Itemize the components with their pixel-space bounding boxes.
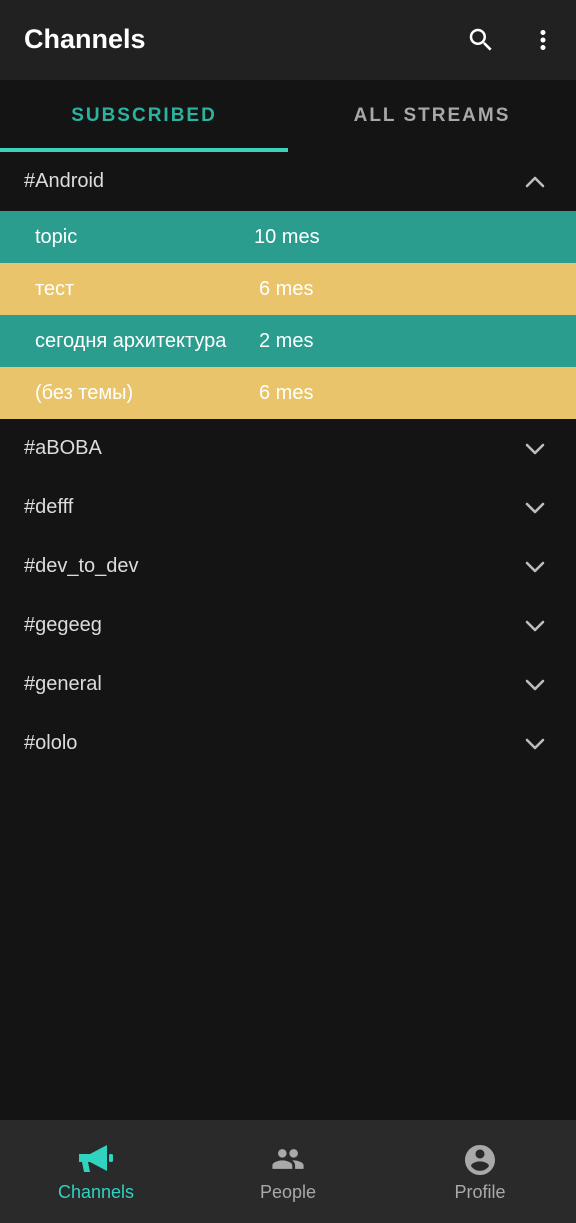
chevron-down-icon[interactable] [524, 737, 546, 751]
search-button[interactable] [457, 16, 505, 64]
topic-name: тест [35, 277, 75, 300]
topic-row[interactable]: тест 6 mes [0, 263, 576, 315]
tab-subscribed[interactable]: SUBSCRIBED [0, 80, 288, 152]
topic-message-count: 6 mes [259, 381, 314, 404]
topic-row[interactable]: (без темы) 6 mes [0, 367, 576, 419]
stream-name: #aBOBA [24, 437, 102, 459]
nav-item-channels[interactable]: Channels [0, 1120, 192, 1223]
stream-row-defff[interactable]: #defff [0, 478, 576, 537]
topic-row[interactable]: сегодня архитектура 2 mes [0, 315, 576, 367]
chevron-down-icon[interactable] [524, 501, 546, 515]
stream-list: #Android topic 10 mes тест 6 mes сегодня… [0, 152, 576, 773]
nav-item-people[interactable]: People [192, 1120, 384, 1223]
chevron-down-icon[interactable] [524, 619, 546, 633]
chevron-down-icon[interactable] [524, 442, 546, 456]
tab-all-streams[interactable]: ALL STREAMS [288, 80, 576, 152]
more-options-button[interactable] [519, 16, 567, 64]
bottom-navigation: Channels People Profile [0, 1120, 576, 1223]
top-app-bar: Channels [0, 0, 576, 80]
stream-name: #defff [24, 496, 74, 518]
topic-name: topic [35, 225, 78, 248]
nav-label: Channels [57, 1182, 135, 1202]
topic-name: сегодня архитектура [35, 329, 227, 352]
topic-name: (без темы) [35, 381, 134, 404]
megaphone-icon [79, 1145, 113, 1172]
page-title: Channels [24, 24, 146, 54]
chevron-up-icon[interactable] [524, 175, 546, 189]
people-icon [272, 1149, 304, 1169]
stream-row-ololo[interactable]: #ololo [0, 714, 576, 773]
stream-name: #dev_to_dev [24, 555, 139, 577]
tab-label: ALL STREAMS [353, 105, 511, 126]
stream-row-aboba[interactable]: #aBOBA [0, 419, 576, 478]
chevron-down-icon[interactable] [524, 678, 546, 692]
stream-tabs: SUBSCRIBED ALL STREAMS [0, 80, 576, 152]
topic-row[interactable]: topic 10 mes [0, 211, 576, 263]
chevron-down-icon[interactable] [524, 560, 546, 574]
stream-name: #general [24, 673, 102, 695]
nav-label: People [259, 1182, 317, 1202]
stream-name: #ololo [24, 732, 78, 754]
more-vert-icon [540, 30, 546, 50]
topic-message-count: 6 mes [259, 277, 314, 300]
search-icon [469, 28, 492, 51]
topic-message-count: 2 mes [259, 329, 314, 352]
stream-row-gegeeg[interactable]: #gegeeg [0, 596, 576, 655]
nav-item-profile[interactable]: Profile [384, 1120, 576, 1223]
tab-label: SUBSCRIBED [71, 105, 217, 126]
account-circle-icon [465, 1145, 495, 1175]
topic-message-count: 10 mes [254, 225, 320, 248]
stream-row-general[interactable]: #general [0, 655, 576, 714]
channels-screen: Channels SUBSCRIBED ALL STREAMS #Android [0, 0, 576, 1223]
stream-row-dev-to-dev[interactable]: #dev_to_dev [0, 537, 576, 596]
nav-label: Profile [454, 1182, 506, 1202]
stream-name: #gegeeg [24, 614, 102, 636]
stream-row-android[interactable]: #Android [0, 152, 576, 211]
stream-name: #Android [24, 170, 105, 192]
